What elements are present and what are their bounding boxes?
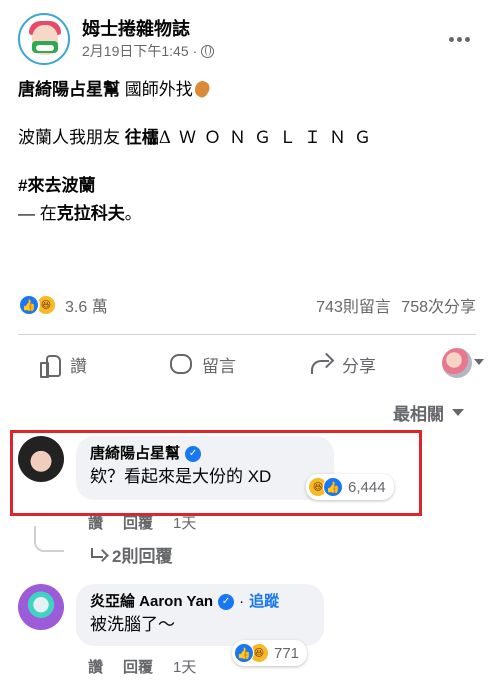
comment-time[interactable]: 1天	[173, 656, 196, 677]
comment-button-label: 留言	[202, 356, 236, 376]
like-button[interactable]: 讚	[38, 352, 87, 378]
reply-arrow-icon	[90, 547, 106, 562]
name-separator: ·	[239, 593, 245, 610]
comment-sort-dropdown[interactable]: 最相關	[393, 400, 464, 425]
post-line-2: 波蘭人我朋友 往櫺ΔＷＯＮＧＬＩＮＧ	[18, 126, 478, 150]
verified-badge-icon: ✓	[218, 594, 235, 610]
comment-reply-link[interactable]: 回覆	[123, 656, 153, 677]
drumstick-emoji-icon	[191, 78, 212, 100]
engagement-counts: 743則留言 758次分享	[310, 293, 476, 317]
post-location-line: — 在克拉科夫。	[18, 202, 478, 226]
chevron-down-icon[interactable]	[474, 359, 484, 365]
post-line-1-text: 國師外找	[120, 80, 193, 99]
comment-bubble: 炎亞綸 Aaron Yan ✓ · 追蹤 被洗腦了～	[76, 584, 324, 646]
post-line-2-text: 波蘭人我朋友	[18, 128, 125, 147]
like-reaction-icon: 👍	[323, 477, 343, 497]
comment-item: 炎亞綸 Aaron Yan ✓ · 追蹤 被洗腦了～	[18, 584, 324, 646]
meta-separator: ·	[192, 43, 198, 59]
comment-like-link[interactable]: 讚	[88, 656, 103, 677]
post-line-1: 唐綺陽占星幫 國師外找	[18, 78, 478, 102]
comment-reaction-count: 771	[274, 644, 300, 662]
reply-thread-line	[34, 526, 64, 552]
page-name[interactable]: 姆士捲雜物誌	[82, 17, 442, 41]
share-count[interactable]: 758次分享	[401, 299, 476, 316]
page-avatar[interactable]	[18, 13, 70, 65]
commenter-avatar[interactable]	[18, 584, 64, 630]
comment-text: 被洗腦了～	[90, 615, 175, 634]
comment-like-link[interactable]: 讚	[88, 512, 103, 533]
like-button-label: 讚	[70, 356, 87, 376]
like-reaction-icon: 👍	[18, 294, 40, 316]
viewer-avatar[interactable]	[442, 348, 472, 378]
post-header: 姆士捲雜物誌 2月19日下午1:45 ·	[18, 13, 476, 65]
thumbs-up-icon	[38, 353, 61, 378]
comment-actions: 讚 回覆 1天	[88, 512, 196, 533]
tagged-page-link[interactable]: 唐綺陽占星幫	[18, 80, 120, 99]
tagged-friend-link[interactable]: 往櫺	[125, 128, 159, 147]
comment-bubble-icon	[170, 354, 192, 374]
comment-time[interactable]: 1天	[173, 512, 196, 533]
reactions-summary: 👍 😆 3.6 萬 743則留言 758次分享	[18, 290, 476, 320]
location-link[interactable]: 克拉科夫	[57, 204, 125, 223]
share-button[interactable]: 分享	[310, 352, 376, 377]
commenter-name[interactable]: 炎亞綸 Aaron Yan	[90, 592, 213, 612]
post-line-2-spaced: ΔＷＯＮＧＬＩＮＧ	[158, 128, 380, 148]
post-action-bar: 讚 留言 分享	[18, 344, 476, 384]
post-header-text: 姆士捲雜物誌 2月19日下午1:45 ·	[82, 17, 442, 61]
caret-down-icon	[452, 409, 464, 416]
share-button-label: 分享	[342, 356, 376, 376]
share-arrow-icon	[310, 354, 332, 374]
comment-count[interactable]: 743則留言	[316, 299, 391, 316]
view-replies-link[interactable]: 2則回覆	[90, 542, 172, 567]
hashtag-link[interactable]: #來去波蘭	[18, 176, 95, 195]
comment-button[interactable]: 留言	[170, 352, 236, 377]
reaction-count[interactable]: 3.6 萬	[65, 293, 108, 317]
location-suffix: 。	[124, 204, 142, 223]
post-timestamp[interactable]: 2月19日下午1:45	[82, 41, 189, 61]
view-replies-label: 2則回覆	[112, 547, 173, 566]
sort-label: 最相關	[393, 405, 444, 424]
globe-icon	[201, 44, 215, 58]
post-meta: 2月19日下午1:45 ·	[82, 41, 442, 61]
more-options-button[interactable]	[442, 29, 476, 49]
commenter-name-row: 炎亞綸 Aaron Yan ✓ · 追蹤	[90, 592, 310, 612]
location-prefix: — 在	[18, 204, 57, 223]
comment-actions: 讚 回覆 1天	[88, 656, 196, 677]
follow-link[interactable]: 追蹤	[249, 592, 279, 612]
divider	[18, 334, 476, 335]
reaction-icons[interactable]: 👍 😆	[18, 294, 57, 316]
red-highlight-box	[10, 430, 422, 516]
post-body: 唐綺陽占星幫 國師外找 波蘭人我朋友 往櫺ΔＷＯＮＧＬＩＮＧ #來去波蘭 — 在…	[18, 78, 478, 250]
comment-reactions[interactable]: 👍 😆 771	[232, 640, 308, 666]
comment-reply-link[interactable]: 回覆	[123, 512, 153, 533]
like-reaction-icon: 👍	[234, 643, 254, 663]
post-hashtag-line: #來去波蘭	[18, 174, 478, 198]
